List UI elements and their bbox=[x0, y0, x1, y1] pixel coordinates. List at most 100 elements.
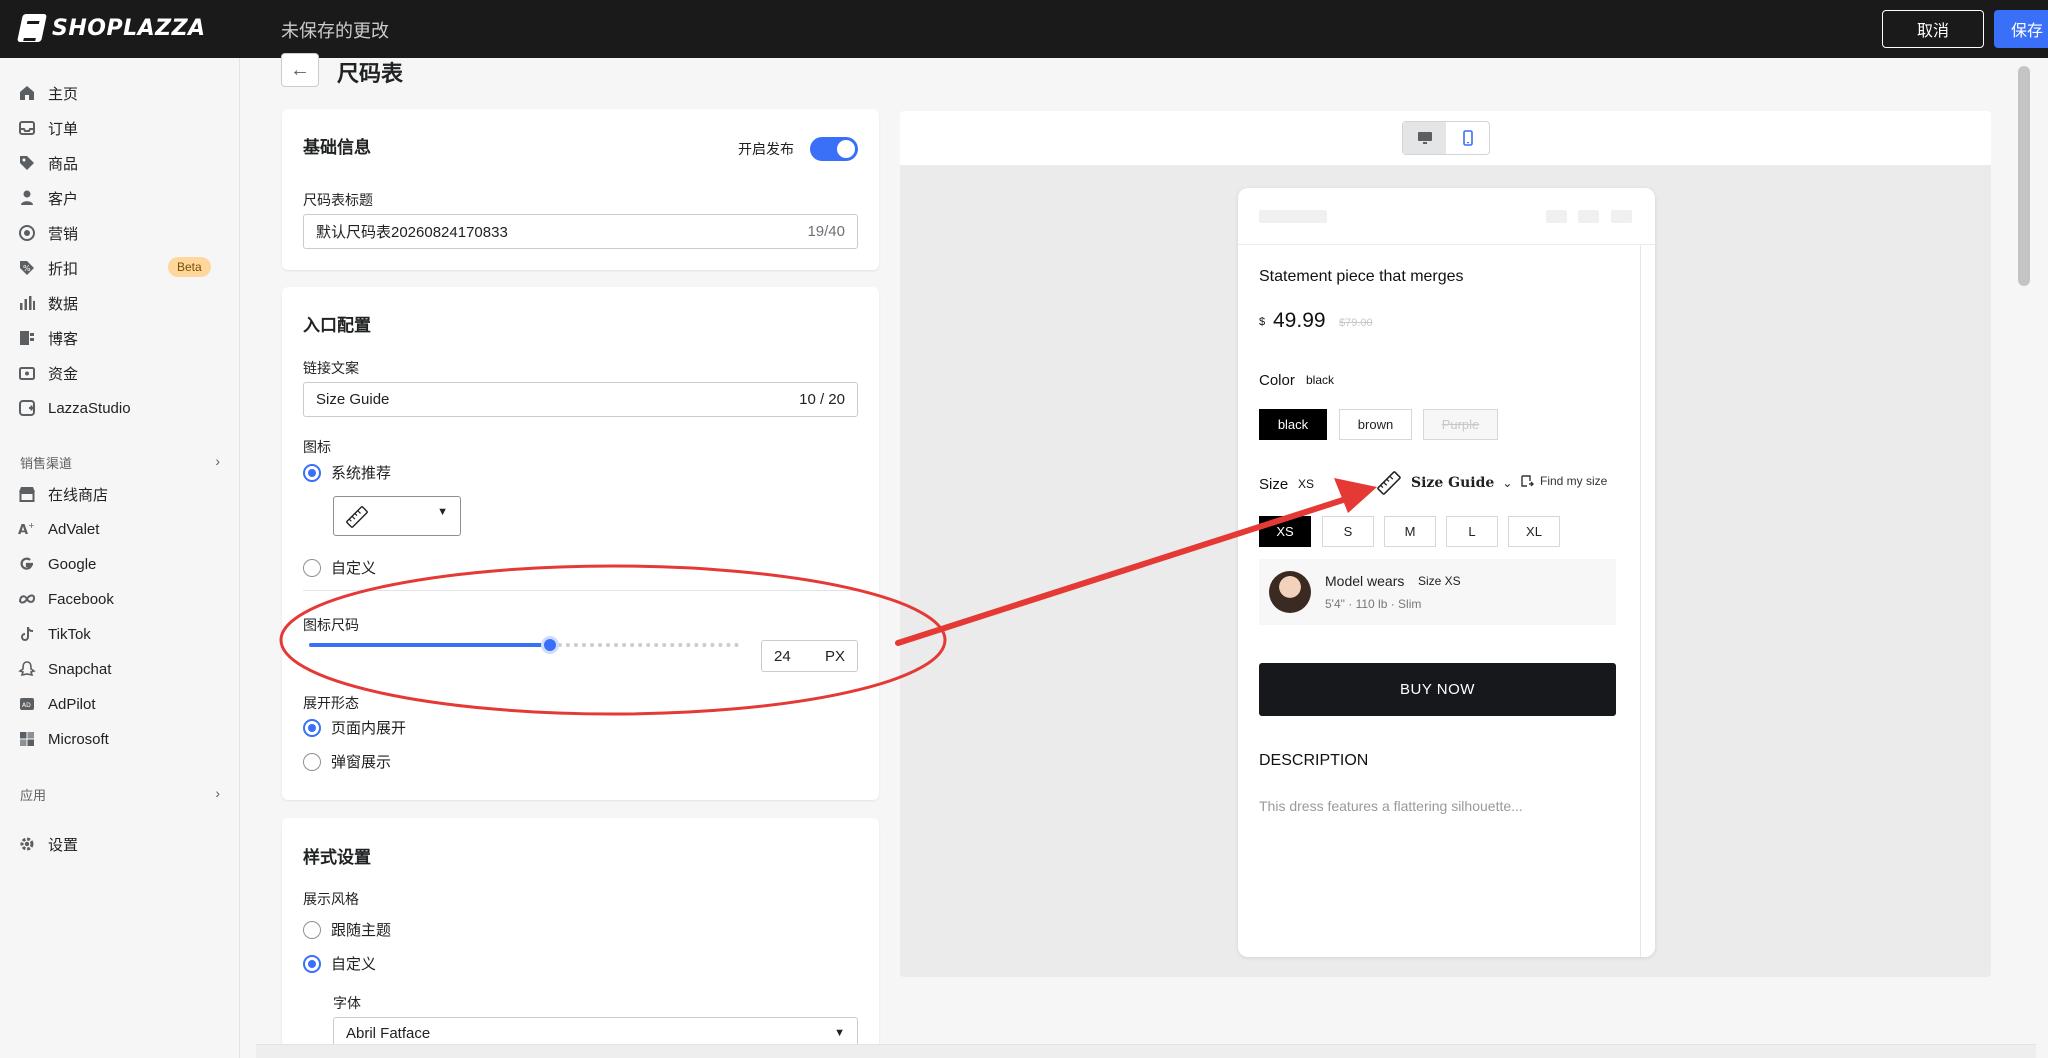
cancel-button[interactable]: 取消 bbox=[1882, 10, 1984, 48]
sidebar-item-tiktok[interactable]: TikTok bbox=[18, 621, 218, 647]
color-option-black[interactable]: black bbox=[1259, 409, 1327, 440]
tag-icon bbox=[18, 154, 36, 172]
google-icon bbox=[18, 555, 36, 573]
sidebar-item-snapchat[interactable]: Snapchat bbox=[18, 656, 218, 682]
sidebar-item-facebook[interactable]: Facebook bbox=[18, 586, 218, 612]
sidebar-item-lazzastudio[interactable]: LazzaStudio bbox=[18, 395, 218, 421]
sidebar-item-discounts[interactable]: % 折扣 Beta bbox=[18, 255, 218, 281]
sidebar-item-google[interactable]: Google bbox=[18, 551, 218, 577]
style-settings-card: 样式设置 展示风格 跟随主题 自定义 字体 Abril Fatface ▼ bbox=[282, 818, 879, 1048]
find-my-size-link[interactable]: Find my size bbox=[1520, 474, 1607, 488]
sidebar-item-advalet[interactable]: A + AdValet bbox=[18, 516, 218, 542]
sidebar-item-label: AdPilot bbox=[48, 695, 96, 713]
size-option-xs[interactable]: XS bbox=[1259, 516, 1311, 547]
slider-thumb[interactable] bbox=[540, 636, 559, 654]
horizontal-scrollbar[interactable] bbox=[256, 1044, 2036, 1058]
buy-now-button[interactable]: BUY NOW bbox=[1259, 663, 1616, 716]
sidebar-item-label: Microsoft bbox=[48, 730, 109, 748]
placeholder-bar bbox=[1259, 210, 1327, 223]
icon-size-input[interactable]: 24 PX bbox=[761, 640, 858, 672]
svg-text:AD: AD bbox=[22, 702, 31, 709]
caret-down-icon: ▼ bbox=[834, 1027, 845, 1039]
size-option-l[interactable]: L bbox=[1446, 516, 1498, 547]
logo-text: SHOPLAZZA bbox=[52, 15, 206, 41]
sidebar-item-finance[interactable]: 资金 bbox=[18, 360, 218, 386]
color-value: black bbox=[1306, 373, 1335, 387]
placeholder-bar bbox=[1578, 210, 1599, 223]
publish-label: 开启发布 bbox=[738, 141, 794, 157]
snapchat-icon bbox=[18, 660, 36, 678]
top-bar: SHOPLAZZA 未保存的更改 取消 保存 bbox=[0, 0, 2048, 58]
model-meta: 5'4" · 110 lb · Slim bbox=[1325, 597, 1422, 611]
blog-icon bbox=[18, 329, 36, 347]
apps-header[interactable]: 应用 › bbox=[20, 785, 220, 804]
chart-title-input[interactable]: 默认尺码表20260824170833 19/40 bbox=[303, 214, 858, 249]
icon-size-unit: PX bbox=[824, 647, 845, 665]
sidebar-item-microsoft[interactable]: Microsoft bbox=[18, 726, 218, 752]
color-option-purple[interactable]: Purple bbox=[1423, 409, 1498, 440]
size-option-xl[interactable]: XL bbox=[1508, 516, 1560, 547]
sidebar-item-blog[interactable]: 博客 bbox=[18, 325, 218, 351]
shoplazza-logo[interactable]: SHOPLAZZA bbox=[17, 14, 206, 42]
size-guide-link[interactable]: Size Guide ⌄ bbox=[1375, 469, 1515, 497]
sidebar-item-label: 主页 bbox=[48, 85, 79, 103]
sidebar-item-label: 在线商店 bbox=[48, 486, 109, 504]
font-label: 字体 bbox=[333, 995, 361, 1011]
link-text-input[interactable]: Size Guide 10 / 20 bbox=[303, 382, 858, 417]
sidebar-item-analytics[interactable]: 数据 bbox=[18, 290, 218, 316]
svg-text:+: + bbox=[28, 521, 35, 530]
description-text: This dress features a flattering silhoue… bbox=[1259, 798, 1523, 814]
mobile-preview: Statement piece that merges $ 49.99 $79.… bbox=[1238, 188, 1655, 957]
mobile-view-button[interactable] bbox=[1446, 122, 1489, 154]
phone-header bbox=[1238, 188, 1655, 245]
icon-option-custom[interactable]: 自定义 bbox=[303, 557, 376, 578]
caret-down-icon: ▼ bbox=[437, 506, 448, 518]
sidebar-item-label: 资金 bbox=[48, 365, 79, 383]
sidebar-item-home[interactable]: 主页 bbox=[18, 80, 218, 106]
sidebar-item-marketing[interactable]: 营销 bbox=[18, 220, 218, 246]
advalet-icon: A + bbox=[18, 520, 36, 538]
follow-theme-option[interactable]: 跟随主题 bbox=[303, 919, 391, 940]
sales-channels-title: 销售渠道 bbox=[20, 456, 73, 471]
radio-label: 页面内展开 bbox=[331, 720, 407, 737]
color-option-brown[interactable]: brown bbox=[1339, 409, 1412, 440]
icon-select[interactable]: ▼ bbox=[333, 496, 461, 536]
divider bbox=[303, 590, 858, 591]
sidebar-item-adpilot[interactable]: AD AdPilot bbox=[18, 691, 218, 717]
sidebar-item-customers[interactable]: 客户 bbox=[18, 185, 218, 211]
icon-size-value: 24 bbox=[774, 647, 791, 665]
page-scrollbar[interactable] bbox=[2018, 66, 2030, 286]
expand-popup-option[interactable]: 弹窗展示 bbox=[303, 751, 391, 772]
preview-panel: Statement piece that merges $ 49.99 $79.… bbox=[900, 111, 1991, 977]
chevron-right-icon: › bbox=[215, 453, 220, 469]
size-option-s[interactable]: S bbox=[1322, 516, 1374, 547]
size-guide-text: Size Guide bbox=[1411, 475, 1495, 491]
basic-info-title: 基础信息 bbox=[303, 138, 371, 157]
radio-label: 跟随主题 bbox=[331, 922, 392, 939]
radio-label: 自定义 bbox=[331, 560, 377, 577]
publish-toggle[interactable] bbox=[810, 137, 858, 161]
sidebar-item-settings[interactable]: 设置 bbox=[18, 831, 218, 857]
home-icon bbox=[18, 84, 36, 102]
icon-option-recommended[interactable]: 系统推荐 bbox=[303, 462, 391, 483]
logo-icon bbox=[17, 14, 47, 42]
custom-style-option[interactable]: 自定义 bbox=[303, 953, 376, 974]
icon-size-slider[interactable] bbox=[309, 636, 739, 654]
sidebar-item-online-store[interactable]: 在线商店 bbox=[18, 481, 218, 507]
sidebar-item-products[interactable]: 商品 bbox=[18, 150, 218, 176]
model-size: Size XS bbox=[1418, 574, 1461, 588]
expand-inline-option[interactable]: 页面内展开 bbox=[303, 717, 406, 738]
sidebar-item-label: 订单 bbox=[48, 120, 79, 138]
desktop-view-button[interactable] bbox=[1403, 122, 1446, 154]
sidebar-item-orders[interactable]: 订单 bbox=[18, 115, 218, 141]
sales-channels-header[interactable]: 销售渠道 › bbox=[20, 453, 220, 472]
basic-info-card: 基础信息 开启发布 尺码表标题 默认尺码表20260824170833 19/4… bbox=[282, 109, 879, 270]
preview-toolbar bbox=[900, 111, 1991, 165]
device-toggle bbox=[1402, 121, 1490, 155]
size-option-m[interactable]: M bbox=[1384, 516, 1436, 547]
save-button[interactable]: 保存 bbox=[1994, 10, 2048, 48]
slider-fill bbox=[309, 643, 550, 647]
radio-label: 系统推荐 bbox=[331, 465, 392, 482]
expand-mode-label: 展开形态 bbox=[303, 695, 359, 711]
back-button[interactable]: ← bbox=[281, 53, 319, 87]
